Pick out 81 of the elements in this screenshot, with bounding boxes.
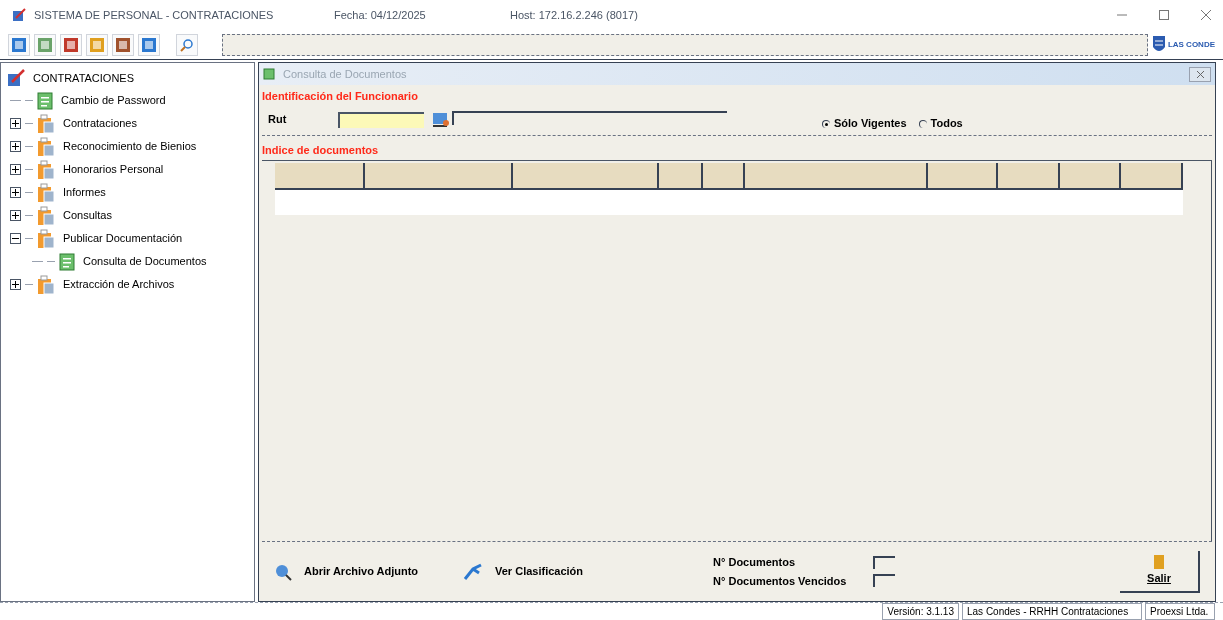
plus-icon xyxy=(11,281,19,288)
plus-icon xyxy=(11,166,19,173)
column-header[interactable] xyxy=(745,163,928,190)
dialog-title: Consulta de Documentos xyxy=(283,66,407,82)
column-header[interactable] xyxy=(928,163,998,190)
count-field xyxy=(873,555,896,569)
radio-option[interactable]: Sólo Vigentes xyxy=(822,115,907,132)
form-icon xyxy=(37,91,53,110)
clipboard-folder-icon xyxy=(37,113,55,134)
form-icon xyxy=(263,68,275,80)
name-input-field[interactable] xyxy=(452,110,727,125)
rut-input-field[interactable] xyxy=(338,111,424,128)
clipboard-folder-icon xyxy=(37,182,55,203)
tree-item[interactable]: Reconocimiento de Bienios xyxy=(63,138,197,155)
tree-item[interactable]: Publicar Documentación xyxy=(63,230,183,247)
tree-item[interactable]: Consultas xyxy=(63,207,112,224)
toolbar-button[interactable] xyxy=(112,33,134,56)
column-header[interactable] xyxy=(998,163,1060,190)
tree-item[interactable]: Contrataciones xyxy=(63,115,137,132)
tree-item[interactable]: Extracción de Archivos xyxy=(63,276,175,293)
magnifier-icon xyxy=(274,562,292,581)
logo-text: LAS CONDE xyxy=(1167,40,1215,49)
pencil-icon xyxy=(12,8,26,22)
section-heading: Indice de documentos xyxy=(262,142,380,158)
search-button[interactable] xyxy=(176,33,198,56)
search-icon xyxy=(180,37,194,52)
clipboard-folder-icon xyxy=(37,228,55,249)
open-attachment-button[interactable]: Abrir Archivo Adjunto xyxy=(274,562,439,581)
plus-icon xyxy=(11,120,19,127)
tree-item[interactable]: Honorarios Personal xyxy=(63,161,164,178)
tree-item[interactable]: Consulta de Documentos xyxy=(83,253,207,270)
close-button[interactable] xyxy=(1189,66,1211,82)
count-label: N° Documentos Vencidos xyxy=(713,573,848,589)
radio-option[interactable]: Todos xyxy=(918,115,963,132)
column-header[interactable] xyxy=(1060,163,1121,190)
tree-item[interactable]: Cambio de Password xyxy=(61,92,166,109)
count-field xyxy=(873,574,896,588)
expand-toggle[interactable] xyxy=(9,164,21,175)
plus-icon xyxy=(11,143,19,150)
toolbar-button[interactable] xyxy=(34,33,56,56)
column-header[interactable] xyxy=(275,163,365,190)
section-heading: Identificación del Funcionario xyxy=(262,89,419,104)
column-header[interactable] xyxy=(659,163,703,190)
plus-icon xyxy=(11,189,19,196)
tree-root[interactable]: CONTRATACIONES xyxy=(33,69,135,87)
toolbar-button[interactable] xyxy=(60,33,82,56)
expand-toggle[interactable] xyxy=(9,187,21,198)
host-text: Host: 172.16.2.246 (8017) xyxy=(510,7,638,23)
clipboard-folder-icon xyxy=(37,274,55,295)
count-label: N° Documentos xyxy=(713,555,797,570)
expand-toggle[interactable] xyxy=(9,279,21,290)
close-button[interactable] xyxy=(1201,10,1211,20)
expand-toggle[interactable] xyxy=(9,141,21,152)
column-header[interactable] xyxy=(1121,163,1183,190)
maximize-button[interactable] xyxy=(1159,10,1169,20)
clipboard-folder-icon xyxy=(37,159,55,180)
clipboard-folder-icon xyxy=(37,205,55,226)
view-classification-button[interactable]: Ver Clasificación xyxy=(463,562,584,581)
clipboard-folder-icon xyxy=(37,136,55,157)
toolbar-button[interactable] xyxy=(138,33,160,56)
plus-icon xyxy=(11,212,19,219)
arrow-icon xyxy=(463,562,483,581)
collapse-toggle[interactable] xyxy=(9,233,21,244)
column-header[interactable] xyxy=(703,163,745,190)
status-bar-panel: Las Condes - RRHH Contrataciones xyxy=(962,603,1142,620)
toolbar-button[interactable] xyxy=(8,33,30,56)
status-bar-panel: Versión: 3.1.13 xyxy=(882,603,959,620)
exit-button[interactable]: Salir xyxy=(1120,550,1200,593)
close-icon xyxy=(1196,70,1204,78)
window-title: SISTEMA DE PERSONAL - CONTRATACIONES xyxy=(34,7,275,23)
column-header[interactable] xyxy=(513,163,659,190)
field-label: Rut xyxy=(268,112,288,128)
form-icon xyxy=(59,252,75,271)
minus-icon xyxy=(11,235,19,242)
expand-toggle[interactable] xyxy=(9,118,21,129)
tree-item[interactable]: Informes xyxy=(63,184,106,201)
date-text: Fecha: 04/12/2025 xyxy=(334,7,427,23)
expand-toggle[interactable] xyxy=(9,210,21,221)
column-header[interactable] xyxy=(365,163,513,190)
status-bar-panel: Proexsi Ltda. xyxy=(1145,603,1215,620)
pencil-icon xyxy=(7,69,25,87)
